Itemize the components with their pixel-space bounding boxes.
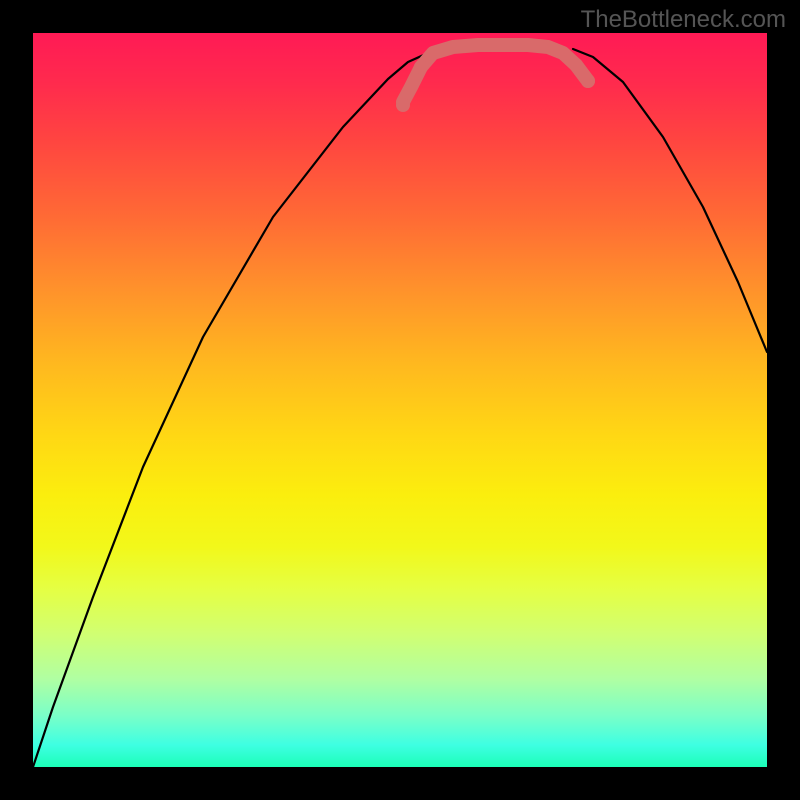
marker-1 [414, 60, 428, 74]
series-left-branch [33, 49, 441, 767]
marker-0 [396, 98, 410, 112]
marker-2 [569, 58, 583, 72]
chart-curves [33, 33, 767, 767]
series-bottom-curve-highlight [403, 45, 588, 102]
marker-3 [581, 74, 595, 88]
watermark-text: TheBottleneck.com [581, 6, 786, 34]
series-right-branch [573, 49, 767, 352]
plot-area [33, 33, 767, 767]
